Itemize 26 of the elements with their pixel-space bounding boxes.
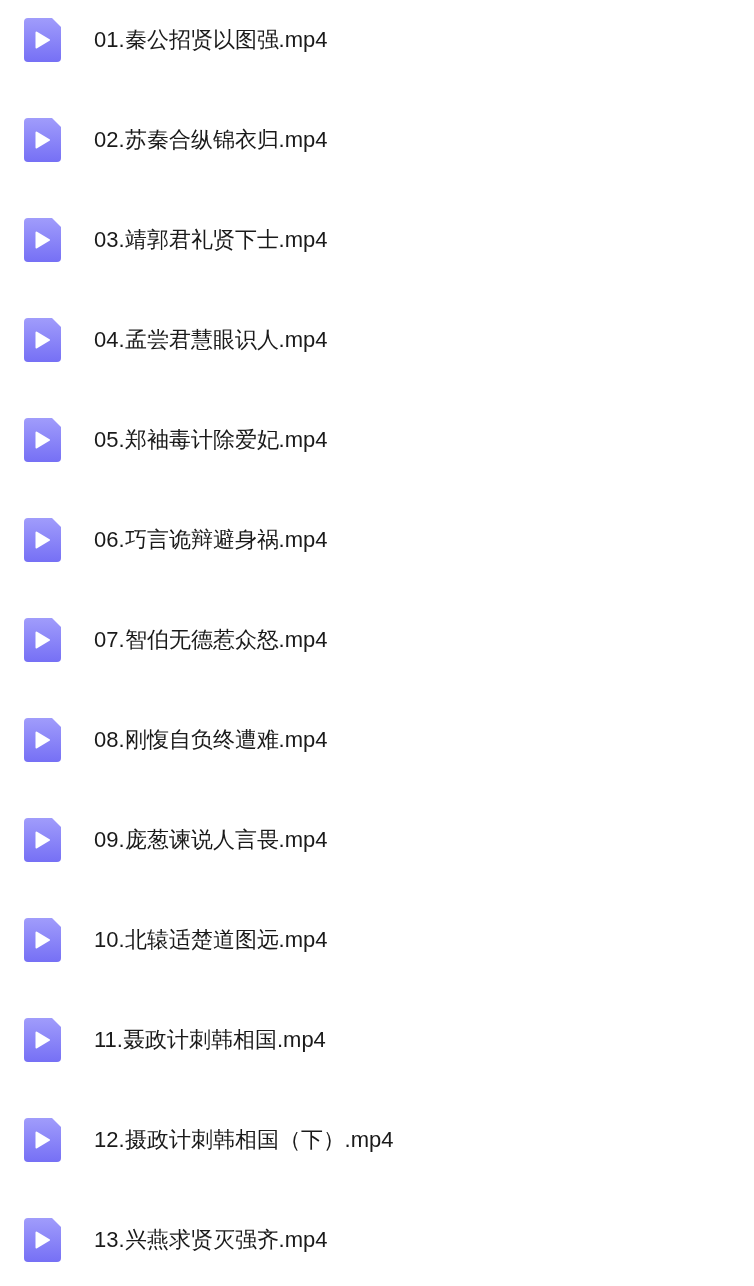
file-name[interactable]: 05.郑袖毒计除爱妃.mp4 xyxy=(94,418,328,462)
video-file-icon xyxy=(24,718,61,762)
video-file-icon xyxy=(24,318,61,362)
file-name[interactable]: 09.庞葱谏说人言畏.mp4 xyxy=(94,818,328,862)
file-name[interactable]: 13.兴燕求贤灭强齐.mp4 xyxy=(94,1218,328,1262)
file-name[interactable]: 03.靖郭君礼贤下士.mp4 xyxy=(94,218,328,262)
file-name[interactable]: 04.孟尝君慧眼识人.mp4 xyxy=(94,318,328,362)
video-file-icon xyxy=(24,218,61,262)
file-name[interactable]: 08.刚愎自负终遭难.mp4 xyxy=(94,718,328,762)
file-name[interactable]: 07.智伯无德惹众怒.mp4 xyxy=(94,618,328,662)
file-name[interactable]: 02.苏秦合纵锦衣归.mp4 xyxy=(94,118,328,162)
file-name[interactable]: 06.巧言诡辩避身祸.mp4 xyxy=(94,518,328,562)
video-file-icon xyxy=(24,918,61,962)
video-file-icon xyxy=(24,618,61,662)
file-name[interactable]: 01.秦公招贤以图强.mp4 xyxy=(94,18,328,62)
video-file-icon xyxy=(24,418,61,462)
file-name[interactable]: 10.北辕适楚道图远.mp4 xyxy=(94,918,328,962)
video-file-icon xyxy=(24,1018,61,1062)
file-name[interactable]: 12.摄政计刺韩相国（下）.mp4 xyxy=(94,1118,394,1162)
file-name[interactable]: 11.聂政计刺韩相国.mp4 xyxy=(94,1018,326,1062)
video-file-icon xyxy=(24,518,61,562)
video-file-icon xyxy=(24,1118,61,1162)
video-file-icon xyxy=(24,818,61,862)
video-file-icon xyxy=(24,1218,61,1262)
video-file-icon xyxy=(24,18,61,62)
video-file-icon xyxy=(24,118,61,162)
